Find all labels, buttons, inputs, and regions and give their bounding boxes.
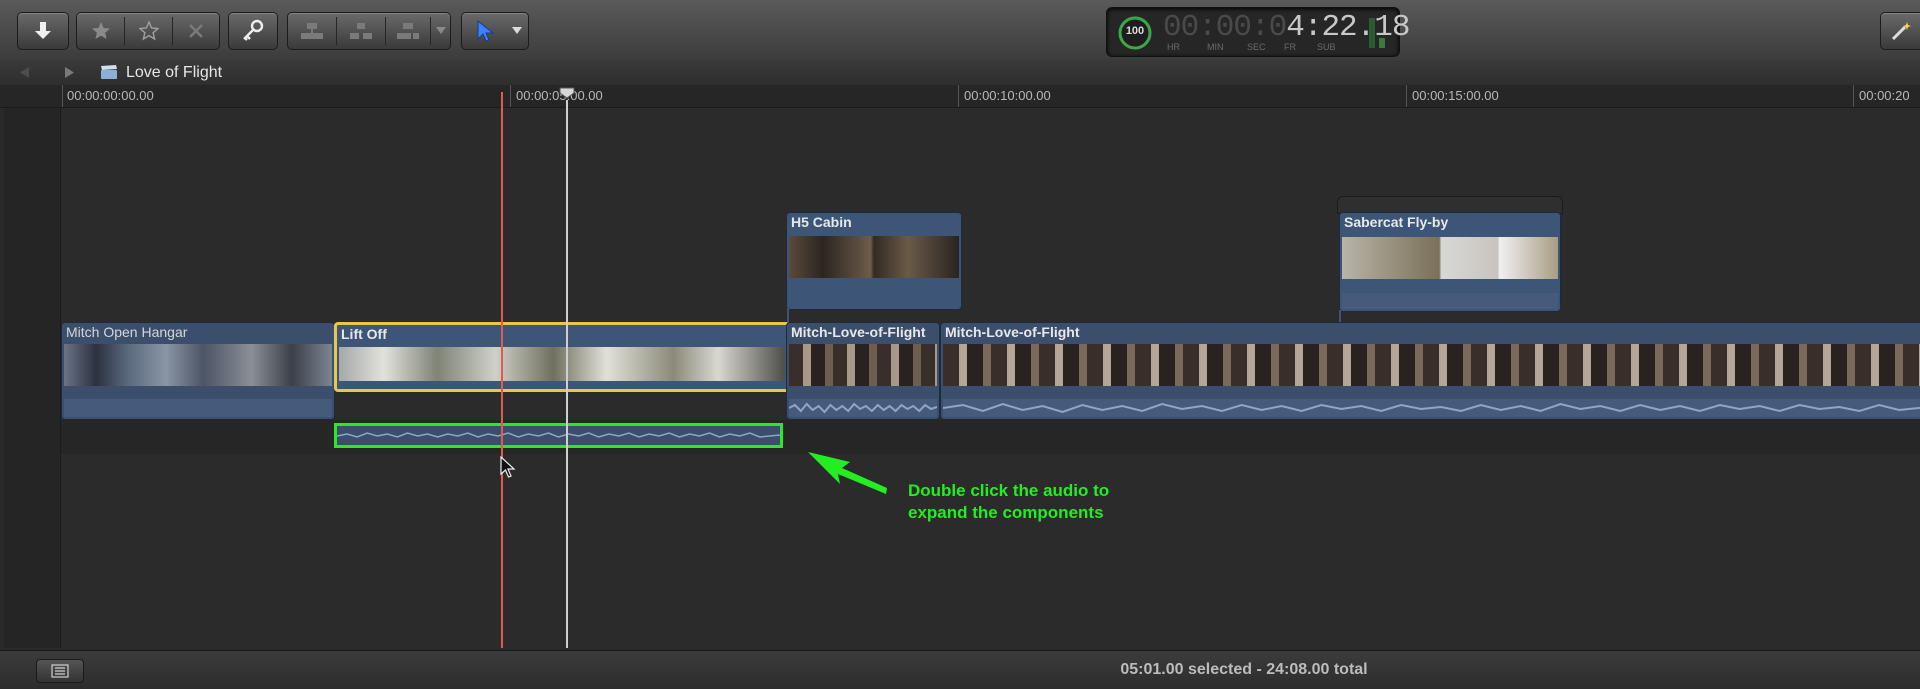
unit-fr: FR xyxy=(1284,42,1296,52)
select-arrow-icon xyxy=(477,19,495,42)
ruler-label-10: 00:00:10:00.00 xyxy=(964,88,1051,103)
append-clip-button[interactable] xyxy=(386,13,430,49)
lift-off-audio-highlighted[interactable] xyxy=(334,423,783,448)
magic-wand-icon xyxy=(1891,22,1911,41)
keyword-button[interactable] xyxy=(228,12,278,50)
audio-waveform-icon xyxy=(336,432,781,438)
clip-thumbnail-strip xyxy=(1342,237,1558,279)
annotation-arrow-icon xyxy=(808,452,887,494)
filled-star-icon xyxy=(91,22,110,39)
clip-audio-strip xyxy=(788,399,938,417)
selection-duration-status: 05:01.00 selected - 24:08.00 total xyxy=(1120,661,1368,678)
unit-hr: HR xyxy=(1167,42,1180,52)
effects-button[interactable] xyxy=(1880,12,1920,50)
import-button[interactable] xyxy=(17,12,69,50)
clip-title: Sabercat Fly-by xyxy=(1344,214,1449,230)
project-title: Love of Flight xyxy=(126,64,223,81)
ruler-label-20: 00:00:20 xyxy=(1859,88,1910,103)
audio-waveform-icon xyxy=(788,402,938,414)
reject-button[interactable] xyxy=(173,13,219,49)
timecode-display[interactable]: 100 00:00:04:22.18 HR MIN SEC FR SUB xyxy=(1106,7,1410,57)
clip-title: H5 Cabin xyxy=(791,214,852,230)
background-tasks-percent: 100 xyxy=(1125,25,1145,37)
clip-h5-cabin[interactable]: H5 Cabin xyxy=(786,212,962,310)
unit-min: MIN xyxy=(1207,42,1224,52)
outline-star-icon xyxy=(138,21,159,41)
insert-clip-button[interactable] xyxy=(337,13,385,49)
playhead-line[interactable] xyxy=(566,100,568,648)
annotation-text: Double click the audio to expand the com… xyxy=(908,480,1109,524)
key-icon xyxy=(243,19,264,41)
tool-selector-button[interactable] xyxy=(461,12,529,50)
timecode-bright-digits: 4:22.18 xyxy=(1286,10,1410,45)
chevron-down-icon xyxy=(435,27,446,34)
connect-clip-button[interactable] xyxy=(288,13,336,49)
connect-clip-icon xyxy=(301,23,323,39)
unrate-button[interactable] xyxy=(125,13,172,49)
edit-options-dropdown[interactable] xyxy=(431,13,450,49)
append-clip-icon xyxy=(397,23,419,39)
status-bar: 05:01.00 selected - 24:08.00 total xyxy=(0,650,1920,689)
clip-thumbnail-strip xyxy=(789,344,937,386)
time-ruler[interactable]: 00:00:00:00.00 00:00:05:00.00 00:00:10:0… xyxy=(0,85,1920,108)
audio-waveform-icon xyxy=(942,402,1920,414)
mouse-cursor-icon xyxy=(500,456,516,478)
clip-title: Mitch Open Hangar xyxy=(66,324,188,340)
timeline-gutter xyxy=(4,108,61,648)
favorite-button[interactable] xyxy=(77,13,124,49)
toolbar: 100 00:00:04:22.18 HR MIN SEC FR SUB xyxy=(0,0,1920,61)
clip-title: Mitch-Love-of-Flight xyxy=(945,324,1080,340)
timeline-header: Love of Flight xyxy=(0,60,1920,86)
download-arrow-icon xyxy=(35,22,51,39)
ruler-label-0: 00:00:00:00.00 xyxy=(67,88,154,103)
insert-clip-icon xyxy=(350,23,372,39)
list-icon xyxy=(51,664,69,678)
clip-thumbnail-strip xyxy=(789,236,959,278)
audio-meter-left xyxy=(1369,18,1375,48)
skimmer-line xyxy=(501,92,503,648)
annotation-line-1: Double click the audio to xyxy=(908,481,1110,500)
clip-title: Mitch-Love-of-Flight xyxy=(791,324,926,340)
playhead-handle-icon[interactable] xyxy=(559,87,575,99)
unit-sub: SUB xyxy=(1317,42,1336,52)
forward-arrow-icon[interactable] xyxy=(64,67,74,78)
edit-button-group xyxy=(287,12,451,50)
rating-button-group xyxy=(76,12,220,50)
reject-x-icon xyxy=(189,24,203,38)
clip-thumbnail-strip xyxy=(943,344,1920,386)
unit-sec: SEC xyxy=(1247,42,1266,52)
clip-audio-strip xyxy=(942,399,1920,417)
clip-audio-strip xyxy=(64,399,332,417)
clip-title: Lift Off xyxy=(341,326,387,342)
annotation-line-2: expand the components xyxy=(908,503,1104,522)
clip-sabercat-fly-by[interactable]: Sabercat Fly-by xyxy=(1339,212,1561,312)
chevron-down-icon xyxy=(512,27,522,34)
clip-thumbnail-strip xyxy=(339,347,785,381)
timecode-dim-digits: 00:00:0 xyxy=(1163,10,1287,45)
timeline-index-button[interactable] xyxy=(36,659,84,683)
clip-mitch-love-of-flight-1[interactable]: Mitch-Love-of-Flight xyxy=(786,322,940,420)
ruler-label-15: 00:00:15:00.00 xyxy=(1412,88,1499,103)
clip-mitch-open-hangar[interactable]: Mitch Open Hangar xyxy=(61,322,335,420)
back-arrow-icon[interactable] xyxy=(20,67,30,78)
clip-audio-strip xyxy=(1342,293,1558,309)
clip-lift-off-selected[interactable]: Lift Off xyxy=(334,322,790,392)
audio-meter-right xyxy=(1379,38,1385,48)
clip-thumbnail-strip xyxy=(64,344,332,386)
clip-mitch-love-of-flight-2[interactable]: Mitch-Love-of-Flight xyxy=(940,322,1920,420)
project-clapper-icon xyxy=(101,65,117,79)
